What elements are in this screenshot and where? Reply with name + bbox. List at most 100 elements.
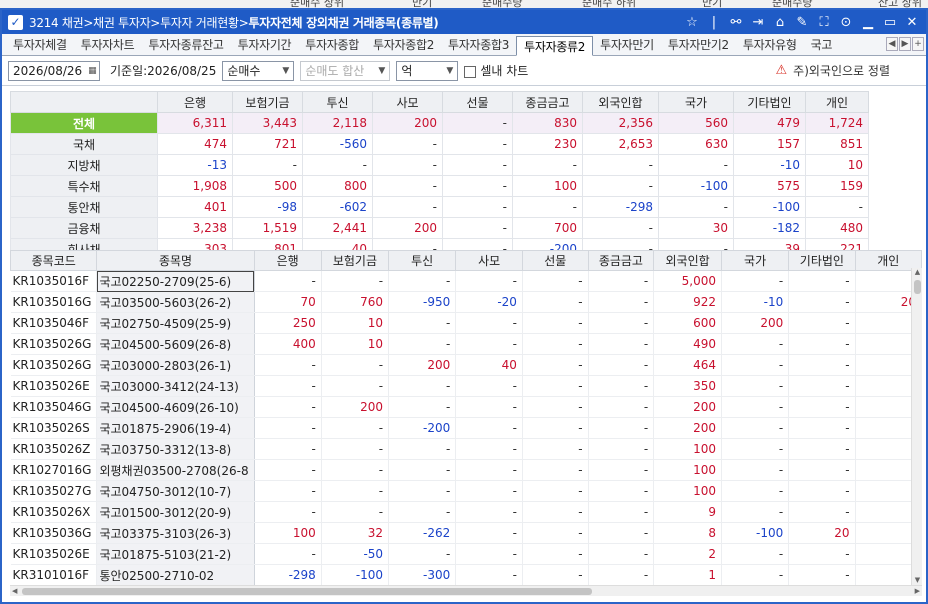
detail-column-header[interactable]: 보험기금 — [320, 250, 390, 271]
tab-item[interactable]: 투자자종류2 — [516, 36, 594, 56]
detail-column-header[interactable]: 국가 — [720, 250, 790, 271]
summary-cell[interactable]: - — [372, 154, 443, 176]
detail-cell[interactable]: - — [588, 543, 655, 565]
detail-cell[interactable]: - — [788, 501, 856, 523]
fullscreen-icon[interactable]: ⛶ — [816, 15, 832, 30]
tab-item[interactable]: 투자자체결 — [6, 35, 74, 55]
detail-cell[interactable]: - — [522, 438, 589, 460]
detail-cell[interactable]: - — [788, 375, 856, 397]
tab-item[interactable]: 국고 — [804, 35, 839, 55]
detail-column-header[interactable]: 외국인합 — [653, 250, 722, 271]
bond-code[interactable]: KR1035026S — [10, 417, 98, 439]
detail-cell[interactable]: - — [254, 375, 322, 397]
detail-cell[interactable]: 464 — [653, 354, 722, 376]
detail-cell[interactable]: - — [455, 543, 523, 565]
detail-cell[interactable]: - — [455, 480, 523, 502]
summary-cell[interactable]: 100 — [512, 175, 583, 197]
detail-cell[interactable]: - — [321, 459, 390, 481]
detail-cell[interactable]: - — [788, 396, 856, 418]
summary-cell[interactable]: 1,519 — [232, 217, 303, 239]
bond-name[interactable]: 국고02750-4509(25-9) — [96, 312, 255, 334]
minimize-icon[interactable]: ▁ — [860, 15, 876, 30]
bond-name[interactable]: 국고01875-2906(19-4) — [96, 417, 255, 439]
detail-cell[interactable]: - — [721, 354, 790, 376]
detail-cell[interactable]: - — [254, 438, 322, 460]
detail-column-header[interactable]: 은행 — [253, 250, 322, 271]
detail-cell[interactable]: - — [721, 333, 790, 355]
detail-cell[interactable]: -10 — [721, 291, 790, 313]
detail-cell[interactable]: - — [522, 270, 589, 292]
detail-cell[interactable]: 20 — [788, 522, 856, 544]
summary-cell[interactable]: - — [658, 154, 734, 176]
table-row[interactable]: KR1035026X국고01500-3012(20-9)------9--- — [10, 501, 922, 523]
table-row[interactable]: KR1035026G 국고04500-5609(26-8) 400 10- - - -490… — [10, 333, 922, 355]
detail-cell[interactable]: - — [455, 417, 523, 439]
detail-column-header[interactable]: 종금금고 — [587, 250, 655, 271]
detail-cell[interactable]: 350 — [653, 375, 722, 397]
tab-item[interactable]: 투자자종합 — [298, 35, 366, 55]
detail-cell[interactable]: 760 — [321, 291, 390, 313]
table-row[interactable]: KR1035026E국고01875-5103(21-2)--50----2--- — [10, 543, 922, 565]
detail-cell[interactable]: - — [721, 564, 790, 586]
detail-cell[interactable]: - — [388, 501, 457, 523]
summary-row[interactable]: 통안채 401 -98 -602- - - -298- -100- — [10, 196, 869, 218]
summary-cell[interactable]: - — [442, 112, 513, 134]
detail-cell[interactable]: - — [588, 501, 655, 523]
detail-column-header[interactable]: 투신 — [388, 250, 457, 271]
detail-cell[interactable]: - — [254, 543, 322, 565]
detail-cell[interactable]: - — [321, 270, 390, 292]
detail-cell[interactable]: - — [588, 375, 655, 397]
tab-item[interactable]: 투자자종합2 — [366, 35, 441, 55]
detail-cell[interactable]: - — [388, 438, 457, 460]
summary-column-header[interactable]: 은행 — [157, 91, 233, 113]
summary-cell[interactable]: 3,443 — [232, 112, 303, 134]
bond-code[interactable]: KR1035026X — [10, 501, 98, 523]
detail-cell[interactable]: - — [588, 270, 655, 292]
bond-name[interactable]: 국고04750-3012(10-7) — [96, 480, 255, 502]
summary-cell[interactable]: - — [512, 196, 583, 218]
detail-cell[interactable]: - — [455, 396, 523, 418]
summary-cell[interactable]: - — [372, 133, 443, 155]
detail-cell[interactable]: 100 — [653, 438, 722, 460]
detail-cell[interactable]: - — [321, 417, 390, 439]
bond-name[interactable]: 국고02250-2709(25-6) — [96, 270, 255, 292]
detail-cell[interactable]: 8 — [653, 522, 722, 544]
scroll-right-icon[interactable]: ▶ — [915, 586, 920, 597]
detail-cell[interactable]: - — [254, 501, 322, 523]
summary-cell[interactable]: - — [442, 196, 513, 218]
table-row[interactable]: KR1035026E 국고03000-3412(24-13) - - - - - -350- -… — [10, 375, 922, 397]
summary-cell[interactable]: - — [302, 154, 373, 176]
scroll-left-icon[interactable]: ◀ — [12, 586, 17, 597]
bond-code[interactable]: KR3101016F — [10, 564, 98, 586]
detail-cell[interactable]: - — [588, 354, 655, 376]
summary-cell[interactable]: 474 — [157, 133, 233, 155]
bond-code[interactable]: KR1035046F — [10, 312, 98, 334]
bond-code[interactable]: KR1035026E — [10, 543, 98, 565]
summary-cell[interactable]: 10 — [805, 154, 869, 176]
detail-cell[interactable]: - — [522, 480, 589, 502]
summary-column-header[interactable]: 국가 — [658, 91, 734, 113]
tab-add-icon[interactable]: + — [912, 37, 924, 51]
detail-cell[interactable]: 200 — [388, 354, 457, 376]
bond-code[interactable]: KR1035016F — [10, 270, 98, 292]
summary-cell[interactable]: - — [582, 175, 659, 197]
scroll-up-icon[interactable]: ▲ — [913, 268, 922, 278]
summary-cell[interactable]: 1,908 — [157, 175, 233, 197]
summary-row-label[interactable]: 특수채 — [10, 175, 158, 197]
detail-cell[interactable]: - — [588, 522, 655, 544]
summary-cell[interactable]: 1,724 — [805, 112, 869, 134]
detail-cell[interactable]: - — [254, 459, 322, 481]
detail-cell[interactable]: - — [721, 375, 790, 397]
summary-cell[interactable]: 575 — [733, 175, 806, 197]
detail-cell[interactable]: - — [455, 522, 523, 544]
summary-cell[interactable]: - — [582, 154, 659, 176]
summary-cell[interactable]: -298 — [582, 196, 659, 218]
bond-name[interactable]: 통안02500-2710-02 — [96, 564, 255, 586]
detail-cell[interactable]: - — [788, 354, 856, 376]
table-row[interactable]: KR1035026G 국고03000-2803(26-1) - -200 40- -464… — [10, 354, 922, 376]
vertical-scrollbar[interactable]: ▲ ▼ — [911, 268, 922, 586]
summary-row-label[interactable]: 국채 — [10, 133, 158, 155]
detail-cell[interactable]: - — [788, 543, 856, 565]
detail-cell[interactable]: 922 — [653, 291, 722, 313]
summary-cell[interactable]: - — [658, 196, 734, 218]
